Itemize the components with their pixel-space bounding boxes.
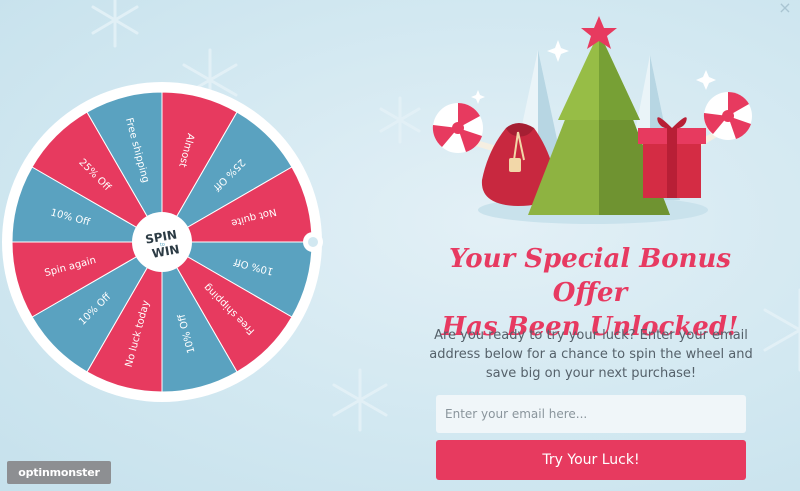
wheel-peg [235, 105, 243, 113]
prize-wheel[interactable]: Almost25% OffNot quite10% OffFree shippi… [0, 80, 330, 410]
wheel-peg [291, 161, 299, 169]
close-button[interactable]: × [776, 0, 794, 18]
description-text: Are you ready to try your luck? Enter yo… [429, 328, 753, 381]
email-input[interactable] [436, 395, 746, 433]
christmas-illustration [432, 16, 752, 224]
headline-line-1: Your Special Bonus Offer [448, 244, 732, 308]
wheel-peg [291, 315, 299, 323]
wheel-peg [81, 105, 89, 113]
spin-to-win-popup: × Almost 25% Off Not quite 10% Off Free ship… [0, 0, 800, 491]
wheel-peg [81, 371, 89, 379]
wheel-peg [4, 238, 12, 246]
gift-box [638, 117, 706, 198]
wheel-pointer [303, 232, 323, 252]
optinmonster-badge[interactable]: optinmonster [7, 461, 111, 484]
wheel-peg [25, 315, 33, 323]
try-your-luck-button[interactable]: Try Your Luck! [436, 440, 746, 480]
wheel-peg [158, 84, 166, 92]
wheel-peg [158, 392, 166, 400]
wheel-peg [25, 161, 33, 169]
wheel-peg [235, 371, 243, 379]
